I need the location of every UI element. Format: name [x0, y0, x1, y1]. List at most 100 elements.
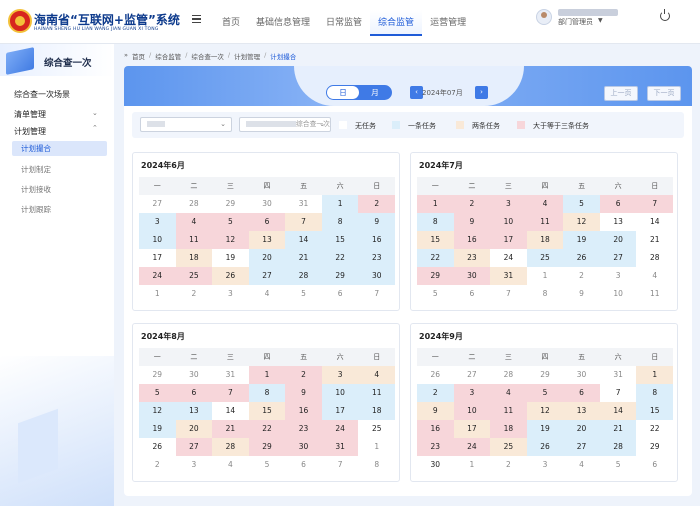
calendar-day[interactable]: 1	[636, 366, 673, 384]
calendar-day[interactable]: 25	[490, 438, 527, 456]
calendar-day[interactable]: 1	[417, 195, 454, 213]
breadcrumb-item[interactable]: 首页	[132, 51, 145, 61]
calendar-day[interactable]: 14	[599, 402, 637, 420]
breadcrumb-item[interactable]: 综合监管	[155, 51, 181, 61]
calendar-day[interactable]: 28	[636, 249, 673, 267]
calendar-day[interactable]: 23	[417, 438, 454, 456]
prev-page-button[interactable]: 上一页	[604, 86, 638, 101]
month-view-button[interactable]: 月	[359, 86, 391, 99]
calendar-day[interactable]: 17	[453, 420, 491, 438]
calendar-day[interactable]: 24	[453, 438, 491, 456]
calendar-day[interactable]: 5	[563, 195, 600, 213]
calendar-day[interactable]: 28	[599, 438, 637, 456]
calendar-day[interactable]: 29	[321, 267, 359, 285]
user-role[interactable]: 部门管理员	[558, 17, 593, 27]
calendar-day[interactable]: 16	[358, 231, 395, 249]
calendar-day[interactable]: 27	[175, 438, 213, 456]
sidebar-sub-make[interactable]: 计划制定	[12, 162, 107, 177]
calendar-day[interactable]: 10	[453, 402, 491, 420]
calendar-day[interactable]: 27	[599, 249, 637, 267]
calendar-day[interactable]: 30	[285, 438, 322, 456]
calendar-day[interactable]: 18	[175, 249, 213, 267]
calendar-day[interactable]: 23	[285, 420, 322, 438]
region-select[interactable]: ⌄	[140, 117, 232, 132]
calendar-day[interactable]: 28	[285, 267, 322, 285]
nav-tab-basic-info[interactable]: 基础信息管理	[248, 10, 318, 36]
nav-tab-operations[interactable]: 运营管理	[422, 10, 474, 36]
calendar-day[interactable]: 17	[321, 402, 359, 420]
calendar-day[interactable]: 18	[490, 420, 527, 438]
calendar-day[interactable]: 6	[248, 213, 286, 231]
calendar-day[interactable]: 4	[490, 384, 527, 402]
calendar-day[interactable]: 8	[417, 213, 454, 231]
calendar-day[interactable]: 9	[358, 213, 395, 231]
chevron-down-icon[interactable]: ⌄	[92, 109, 98, 117]
calendar-day[interactable]: 25	[175, 267, 213, 285]
calendar-day[interactable]: 22	[636, 420, 673, 438]
calendar-day[interactable]: 30	[358, 267, 395, 285]
calendar-day[interactable]: 11	[358, 384, 395, 402]
nav-tab-home[interactable]: 首页	[214, 10, 248, 36]
calendar-day[interactable]: 2	[453, 195, 491, 213]
calendar-day[interactable]: 22	[321, 249, 359, 267]
calendar-day[interactable]: 18	[358, 402, 395, 420]
calendar-day[interactable]: 5	[212, 213, 249, 231]
calendar-day[interactable]: 16	[453, 231, 491, 249]
calendar-day[interactable]: 1	[321, 195, 359, 213]
calendar-day[interactable]: 6	[175, 384, 213, 402]
calendar-day[interactable]: 17	[490, 231, 527, 249]
calendar-day[interactable]: 20	[248, 249, 286, 267]
calendar-day[interactable]: 9	[453, 213, 491, 231]
calendar-day[interactable]: 29	[636, 438, 673, 456]
calendar-day[interactable]: 13	[175, 402, 213, 420]
calendar-day[interactable]: 15	[417, 231, 454, 249]
sidebar-item-plan[interactable]: 计划管理	[14, 126, 46, 137]
calendar-day[interactable]: 2	[285, 366, 322, 384]
calendar-day[interactable]: 22	[417, 249, 454, 267]
menu-toggle-icon[interactable]	[192, 15, 201, 23]
calendar-day[interactable]: 21	[285, 249, 322, 267]
calendar-day[interactable]: 13	[563, 402, 600, 420]
calendar-day[interactable]: 20	[599, 231, 637, 249]
sidebar-sub-track[interactable]: 计划跟踪	[12, 202, 107, 217]
calendar-day[interactable]: 3	[321, 366, 359, 384]
calendar-day[interactable]: 14	[636, 213, 673, 231]
calendar-day[interactable]: 5	[139, 384, 176, 402]
calendar-day[interactable]: 30	[453, 267, 491, 285]
calendar-day[interactable]: 23	[358, 249, 395, 267]
calendar-day[interactable]: 7	[636, 195, 673, 213]
calendar-day[interactable]: 19	[212, 249, 249, 267]
calendar-day[interactable]: 29	[248, 438, 286, 456]
calendar-day[interactable]: 12	[139, 402, 176, 420]
calendar-day[interactable]: 31	[490, 267, 527, 285]
calendar-day[interactable]: 3	[490, 195, 527, 213]
calendar-day[interactable]: 3	[453, 384, 491, 402]
calendar-day[interactable]: 11	[490, 402, 527, 420]
calendar-day[interactable]: 7	[212, 384, 249, 402]
calendar-day[interactable]: 28	[212, 438, 249, 456]
calendar-day[interactable]: 2	[417, 384, 454, 402]
calendar-day[interactable]: 13	[599, 213, 637, 231]
calendar-day[interactable]: 4	[526, 195, 564, 213]
avatar[interactable]	[536, 9, 552, 25]
calendar-day[interactable]: 20	[175, 420, 213, 438]
calendar-day[interactable]: 18	[526, 231, 564, 249]
calendar-day[interactable]: 7	[599, 384, 637, 402]
calendar-day[interactable]: 29	[417, 267, 454, 285]
chevron-down-icon[interactable]: ▼	[598, 17, 603, 24]
calendar-day[interactable]: 2	[358, 195, 395, 213]
calendar-day[interactable]: 11	[526, 213, 564, 231]
sidebar-sub-match[interactable]: 计划撮合	[12, 141, 107, 156]
calendar-day[interactable]: 4	[175, 213, 213, 231]
calendar-day[interactable]: 24	[490, 249, 527, 267]
calendar-day[interactable]: 8	[636, 384, 673, 402]
calendar-day[interactable]: 1	[248, 366, 286, 384]
chevron-up-icon[interactable]: ⌃	[92, 124, 98, 132]
calendar-day[interactable]: 26	[563, 249, 600, 267]
calendar-day[interactable]: 26	[212, 267, 249, 285]
power-icon[interactable]	[660, 9, 670, 21]
calendar-day[interactable]: 14	[285, 231, 322, 249]
calendar-day[interactable]: 12	[563, 213, 600, 231]
calendar-day[interactable]: 15	[248, 402, 286, 420]
calendar-day[interactable]: 8	[321, 213, 359, 231]
